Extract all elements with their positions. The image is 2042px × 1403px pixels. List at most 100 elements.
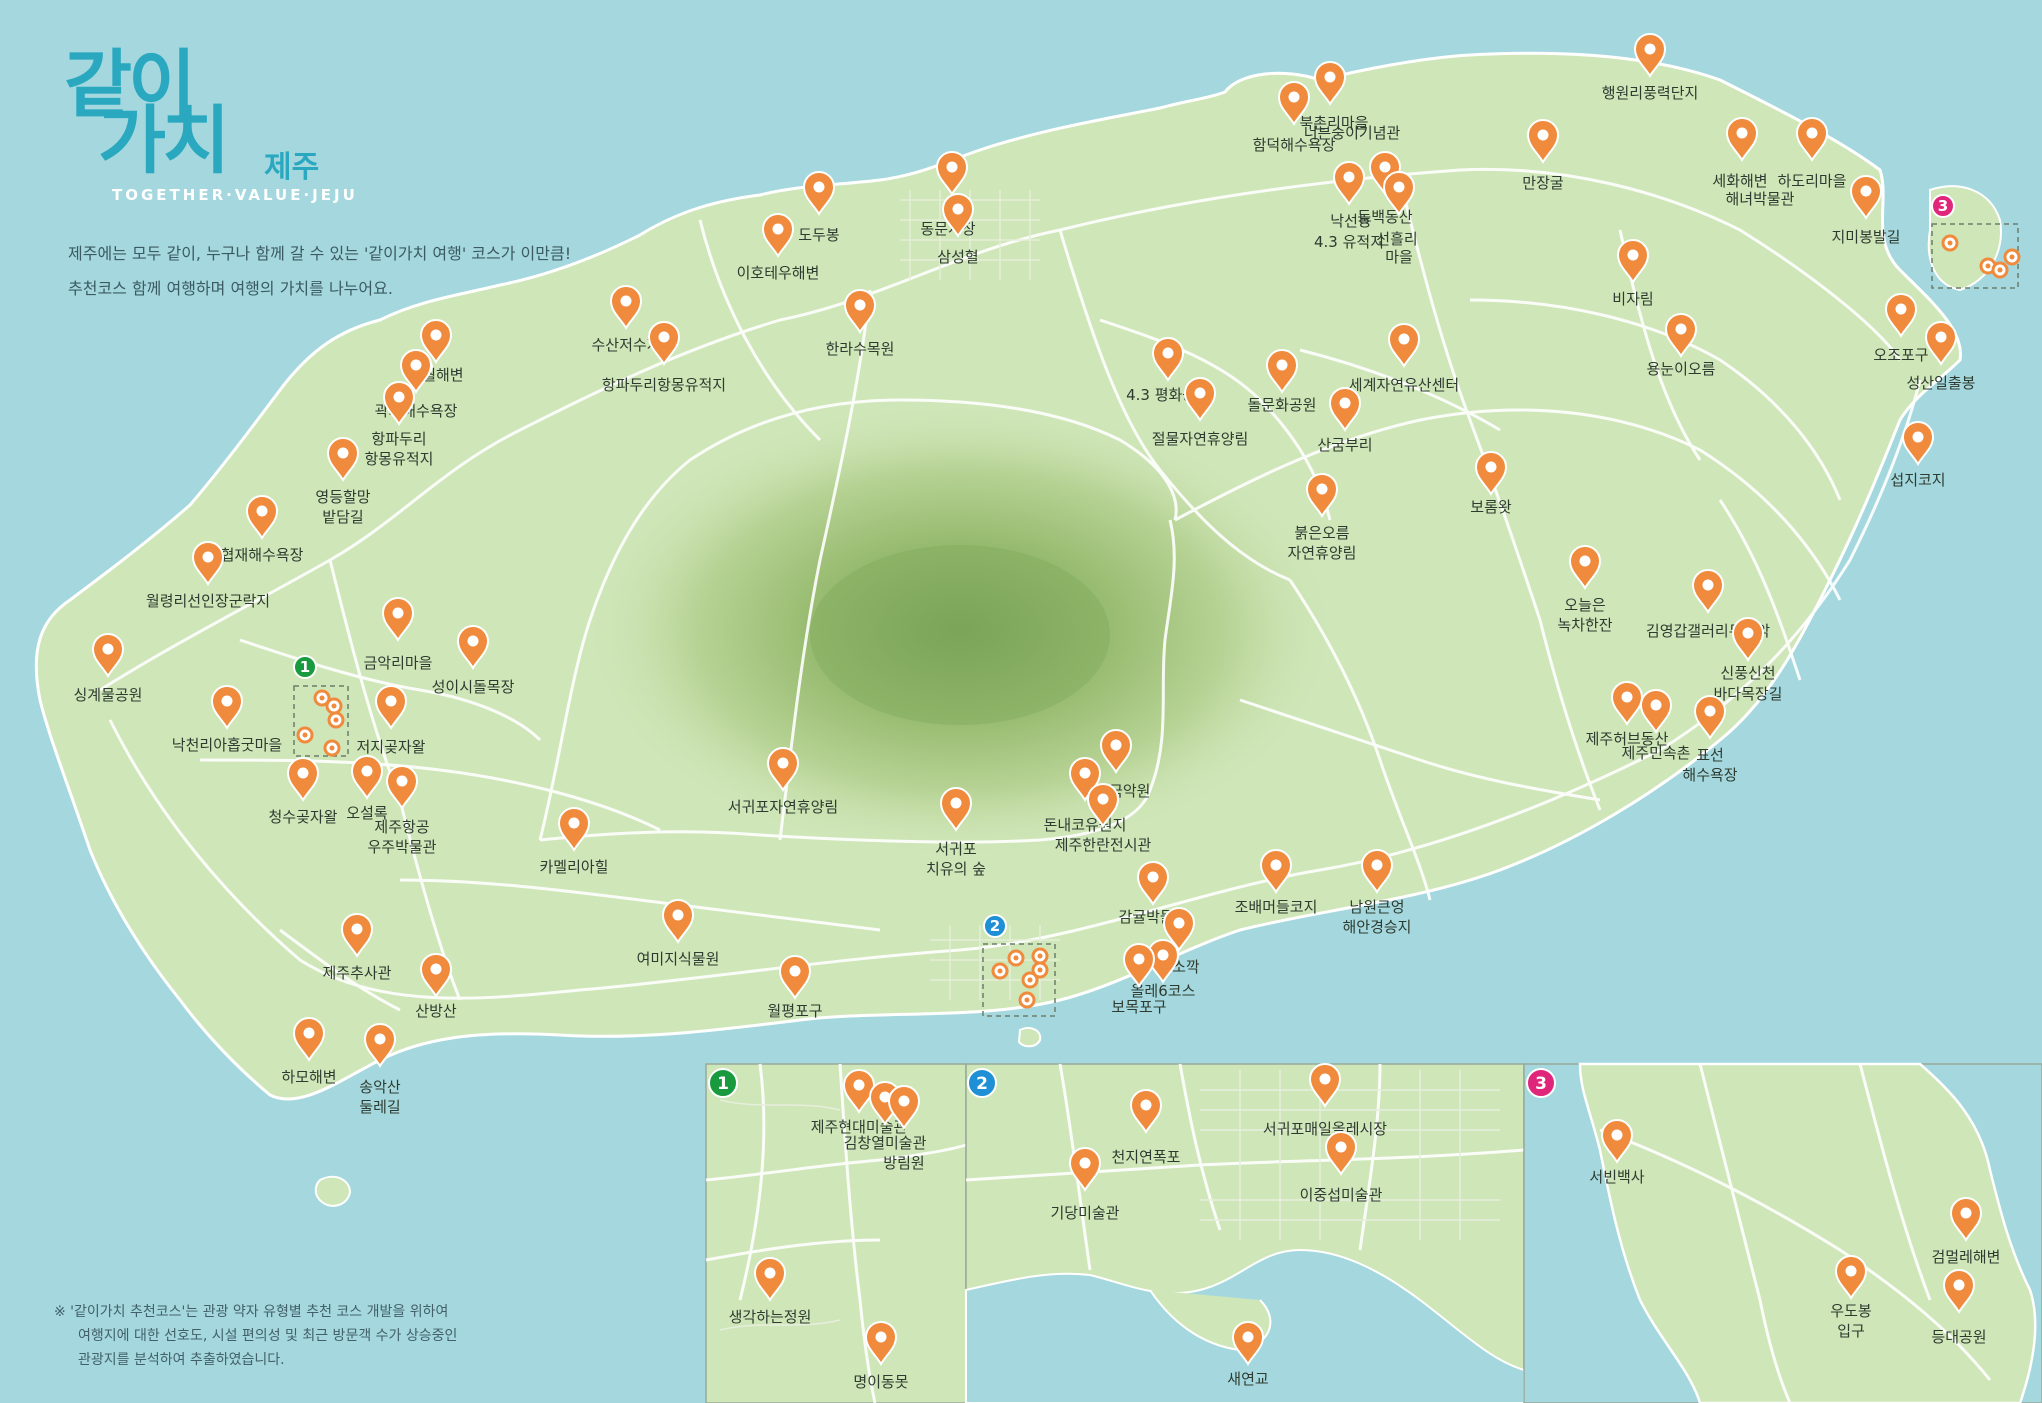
- svg-text:3: 3: [1938, 197, 1948, 215]
- place-label: 세화해변: [1712, 172, 1767, 190]
- place-namwon2[interactable]: 해안경승지: [1342, 918, 1411, 936]
- place-sinpung2[interactable]: 바다목장길: [1713, 685, 1782, 703]
- inset3-panel-badge[interactable]: 3: [1526, 1068, 1556, 1098]
- place-label: 이중섭미술관: [1300, 1186, 1383, 1204]
- place-label: 월평포구: [767, 1002, 822, 1020]
- place-label: 서귀포자연휴양림: [728, 798, 838, 816]
- place-label: 제주항공: [374, 818, 429, 836]
- place-label: 송악산: [359, 1078, 401, 1096]
- place-label: 비자림: [1612, 290, 1653, 308]
- intro-line-1: 제주에는 모두 같이, 누구나 함께 갈 수 있는 '같이가치 여행' 코스가 …: [68, 244, 572, 263]
- place-label: 제주한란전시관: [1055, 836, 1152, 854]
- logo-tagline: TOGETHER·VALUE·JEJU: [112, 186, 358, 204]
- svg-text:1: 1: [717, 1074, 729, 1094]
- place-label: 낙천리아홉굿마을: [172, 736, 282, 754]
- place-label: 4.3 유적지: [1314, 233, 1384, 251]
- place-label: 선흘리: [1376, 230, 1417, 248]
- place-yujeokji[interactable]: 4.3 유적지: [1314, 233, 1384, 251]
- seogwipo-islets: [1017, 1027, 1042, 1048]
- place-seonheul2[interactable]: 마을: [1385, 248, 1413, 266]
- place-label: 천지연폭포: [1111, 1148, 1180, 1166]
- gapado-island: [314, 1175, 352, 1207]
- place-label: 치유의 숲: [926, 860, 986, 878]
- place-label: 새연교: [1227, 1370, 1268, 1388]
- place-label: 해녀박물관: [1725, 190, 1794, 208]
- footnote-line-2: 여행지에 대한 선호도, 시설 편의성 및 최근 방문객 수가 상승중인: [78, 1328, 458, 1344]
- place-label: 협재해수욕장: [221, 546, 304, 564]
- place-label: 항파두리항몽유적지: [602, 376, 726, 394]
- place-label: 서빈백사: [1589, 1168, 1644, 1186]
- hallasan-peak: [810, 545, 1110, 725]
- place-label: 보목포구: [1111, 998, 1166, 1016]
- place-label: 자연휴양림: [1287, 544, 1356, 562]
- place-label: 돌문화공원: [1247, 396, 1316, 414]
- place-label: 바다목장길: [1713, 685, 1782, 703]
- inset1-badge-main[interactable]: 1: [293, 655, 317, 679]
- place-label: 서귀포매일올레시장: [1263, 1120, 1387, 1138]
- brand-logo: 같이 가치 제주 TOGETHER·VALUE·JEJU: [64, 48, 364, 208]
- place-label: 제주민속촌: [1621, 744, 1690, 762]
- logo-top-text: 같이: [64, 42, 196, 128]
- place-space2[interactable]: 우주박물관: [367, 838, 436, 856]
- inset2-badge-main[interactable]: 2: [983, 914, 1007, 938]
- place-label: 명이동못: [853, 1373, 908, 1391]
- place-pyoseon2[interactable]: 해수욕장: [1682, 766, 1737, 784]
- place-label: 남원큰엉: [1349, 898, 1404, 916]
- inset1-panel: [705, 1063, 967, 1403]
- intro-line-2: 추천코스 함께 여행하며 여행의 가치를 나누어요.: [68, 279, 393, 298]
- place-label: 저지곶자왈: [356, 738, 425, 756]
- place-label: 우도봉: [1830, 1302, 1871, 1320]
- place-label: 하모해변: [281, 1068, 336, 1086]
- inset3-badge-main[interactable]: 3: [1931, 194, 1955, 218]
- place-label: 세계자연유산센터: [1349, 376, 1459, 394]
- place-label: 해수욕장: [1682, 766, 1737, 784]
- inset2-panel-badge[interactable]: 2: [967, 1068, 997, 1098]
- place-label: 용눈이오름: [1646, 360, 1715, 378]
- place-label: 생각하는정원: [729, 1308, 812, 1326]
- logo-wordmark: 같이 가치: [64, 48, 230, 178]
- place-hangpadu_w2[interactable]: 항몽유적지: [364, 450, 433, 468]
- place-haenyeo[interactable]: 해녀박물관: [1725, 190, 1794, 208]
- inset1-panel-badge[interactable]: 1: [708, 1068, 738, 1098]
- footnote: ※ '같이가치 추천코스'는 관광 약자 유형별 추천 코스 개발을 위하여 여…: [54, 1300, 694, 1372]
- place-label: 김창열미술관: [844, 1134, 927, 1152]
- place-label: 검멀레해변: [1931, 1248, 2000, 1266]
- place-label: 성산일출봉: [1906, 374, 1975, 392]
- place-label: 산방산: [415, 1002, 457, 1020]
- place-label: 돈내코유원지: [1044, 816, 1127, 834]
- place-label: 월령리선인장군락지: [146, 592, 270, 610]
- svg-text:2: 2: [990, 917, 1000, 935]
- place-label: 조배머들코지: [1235, 898, 1318, 916]
- place-udobong2[interactable]: 입구: [1837, 1322, 1865, 1340]
- place-label: 등대공원: [1931, 1328, 1986, 1346]
- svg-text:3: 3: [1535, 1074, 1547, 1094]
- place-label: 여미지식물원: [637, 950, 720, 968]
- place-bulgeun2[interactable]: 자연휴양림: [1287, 544, 1356, 562]
- place-songaksan2[interactable]: 둘레길: [359, 1098, 400, 1116]
- place-label: 방림원: [883, 1154, 924, 1172]
- place-label: 동백동산: [1357, 208, 1412, 226]
- jeju-map-canvas: 1 2 3 행원리풍력단지함덕해수욕장북촌리마을너븐숭이기념관만장굴 세화해변해녀…: [0, 0, 2042, 1403]
- place-label: 오조포구: [1873, 346, 1928, 364]
- place-label: 기당미술관: [1050, 1204, 1119, 1222]
- place-label: 서귀포: [935, 840, 977, 858]
- place-label: 둘레길: [359, 1098, 400, 1116]
- place-label: 신풍신천: [1720, 664, 1775, 682]
- place-label: 표선: [1696, 746, 1724, 764]
- place-osulloc_tea2[interactable]: 녹차한잔: [1557, 616, 1612, 634]
- footnote-line-3: 관광지를 분석하여 추출하였습니다.: [78, 1352, 285, 1368]
- place-label: 영등할망: [315, 488, 370, 506]
- place-label: 우주박물관: [367, 838, 436, 856]
- place-label: 성이시돌목장: [432, 678, 515, 696]
- place-neobeunsungi[interactable]: 너븐숭이기념관: [1304, 124, 1401, 142]
- place-label: 청수곶자왈: [268, 808, 337, 826]
- footnote-line-1: ※ '같이가치 추천코스'는 관광 약자 유형별 추천 코스 개발을 위하여: [54, 1304, 449, 1320]
- place-label: 항파두리: [371, 430, 426, 448]
- jeju-map-stage: 1 2 3 행원리풍력단지 함덕해수욕장 북촌리마을 너븐숭이기념관 만장굴 세화해변 해녀…: [0, 0, 2042, 1403]
- place-label: 하도리마을: [1777, 172, 1846, 190]
- place-label: 삼성혈: [937, 248, 978, 266]
- place-label: 입구: [1837, 1322, 1865, 1340]
- place-healing2[interactable]: 치유의 숲: [926, 860, 986, 878]
- place-label: 해안경승지: [1342, 918, 1411, 936]
- place-yeongdeung2[interactable]: 밭담길: [322, 508, 363, 526]
